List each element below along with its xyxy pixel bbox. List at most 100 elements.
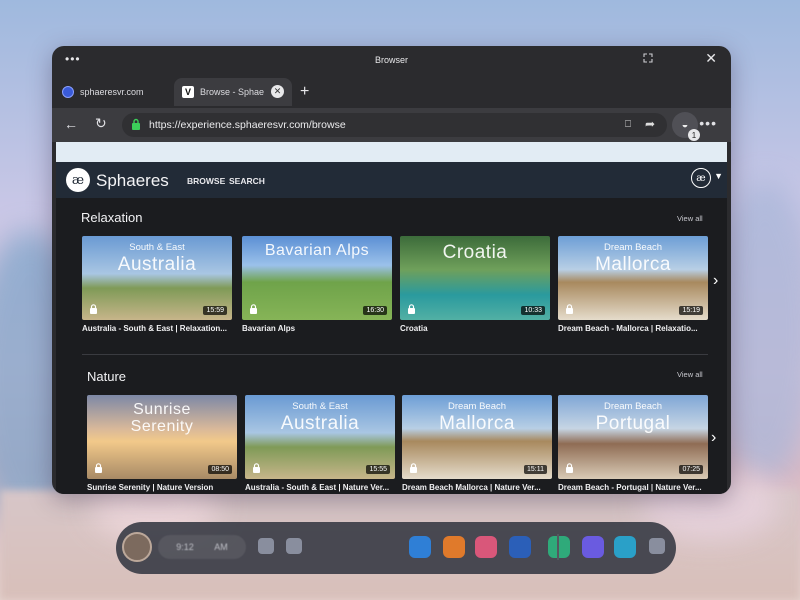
video-duration: 10:33 bbox=[521, 306, 545, 315]
app-teal-icon[interactable] bbox=[614, 536, 636, 558]
lock-icon bbox=[90, 304, 97, 314]
tab-bar: sphaeresvr.com V Browse - Sphae ✕ + bbox=[52, 74, 731, 108]
incognito-icon: ◒ bbox=[681, 119, 689, 131]
app-browser-icon[interactable] bbox=[509, 536, 531, 558]
page-top-strip bbox=[56, 142, 727, 162]
maximize-icon[interactable] bbox=[643, 53, 653, 63]
lock-icon bbox=[253, 463, 260, 473]
headset-icon[interactable] bbox=[286, 538, 302, 554]
video-card[interactable]: South & East Australia 15:55 Australia - So… bbox=[245, 395, 395, 492]
video-duration: 16:30 bbox=[363, 306, 387, 315]
video-thumbnail[interactable]: Dream Beach Mallorca 15:19 bbox=[558, 236, 708, 320]
lock-icon bbox=[566, 463, 573, 473]
video-card[interactable]: Croatia 10:33 Croatia bbox=[400, 236, 550, 333]
window-titlebar[interactable]: ••• Browser ✕ bbox=[52, 46, 731, 74]
thumbnail-subtitle: South & East bbox=[292, 401, 348, 412]
video-duration: 08:50 bbox=[208, 465, 232, 474]
nav-search[interactable]: SEARCH bbox=[229, 176, 265, 186]
video-card[interactable]: Dream Beach Mallorca 15:19 Dream Beach - Ma… bbox=[558, 236, 708, 333]
address-bar: ← ↻ https://experience.sphaeresvr.com/br… bbox=[52, 108, 731, 142]
video-duration: 15:59 bbox=[203, 306, 227, 315]
nav-browse[interactable]: BROWSE bbox=[187, 176, 225, 186]
tab-label: Browse - Sphae bbox=[200, 87, 265, 97]
bookmark-icon[interactable]: ⎕ bbox=[625, 119, 631, 130]
video-thumbnail[interactable]: Croatia 10:33 bbox=[400, 236, 550, 320]
thumbnail-title: Sunrise Serenity bbox=[130, 401, 194, 435]
video-title[interactable]: Bavarian Alps bbox=[242, 324, 392, 333]
video-title[interactable]: Sunrise Serenity | Nature Version bbox=[87, 483, 237, 492]
clock-widget[interactable]: 9:12 AM bbox=[158, 535, 246, 559]
video-thumbnail[interactable]: Dream Beach Mallorca 15:11 bbox=[402, 395, 552, 479]
back-button[interactable]: ← bbox=[64, 116, 78, 132]
thumbnail-title: Mallorca bbox=[595, 254, 671, 275]
app-pink-icon[interactable] bbox=[475, 536, 497, 558]
user-avatar[interactable] bbox=[122, 532, 152, 562]
site-logo-text[interactable]: Sphaeres bbox=[96, 171, 169, 191]
video-title[interactable]: Dream Beach - Portugal | Nature Ver... bbox=[558, 483, 708, 492]
sphaeres-favicon-icon bbox=[62, 86, 74, 98]
url-field[interactable]: https://experience.sphaeresvr.com/browse… bbox=[122, 113, 667, 137]
system-taskbar: 9:12 AM bbox=[116, 522, 676, 574]
thumbnail-title: Portugal bbox=[595, 413, 671, 434]
window-close-icon[interactable]: ✕ bbox=[705, 50, 717, 67]
video-card[interactable]: Bavarian Alps 16:30 Bavarian Alps bbox=[242, 236, 392, 333]
video-duration: 15:55 bbox=[366, 465, 390, 474]
video-thumbnail[interactable]: Bavarian Alps 16:30 bbox=[242, 236, 392, 320]
lock-icon bbox=[132, 118, 140, 130]
thumbnail-title: Australia bbox=[280, 413, 360, 434]
thumbnail-title: Mallorca bbox=[439, 413, 515, 434]
video-card[interactable]: Dream Beach Mallorca 15:11 Dream Beach Mall… bbox=[402, 395, 552, 492]
video-title[interactable]: Croatia bbox=[400, 324, 550, 333]
lock-icon bbox=[250, 304, 257, 314]
app-blue-icon[interactable] bbox=[409, 536, 431, 558]
sphaeres-logo-icon[interactable]: æ bbox=[66, 168, 90, 192]
video-card[interactable]: Dream Beach Portugal 07:25 Dream Beach - Po… bbox=[558, 395, 708, 492]
app-orange-icon[interactable] bbox=[443, 536, 465, 558]
video-title[interactable]: Dream Beach Mallorca | Nature Ver... bbox=[402, 483, 552, 492]
video-title[interactable]: Australia - South & East | Relaxation... bbox=[82, 324, 232, 333]
extensions-button[interactable]: ◒ 1 bbox=[672, 112, 700, 141]
video-duration: 15:11 bbox=[524, 465, 547, 474]
video-card[interactable]: Sunrise Serenity 08:50 Sunrise Serenity | … bbox=[87, 395, 237, 492]
section-relaxation: Relaxation View all South & East Australia 1… bbox=[56, 194, 727, 344]
app-green-icon[interactable] bbox=[548, 536, 570, 558]
view-all-link[interactable]: View all bbox=[677, 214, 703, 223]
v-favicon-icon: V bbox=[182, 86, 194, 98]
video-duration: 07:25 bbox=[679, 465, 703, 474]
extensions-badge: 1 bbox=[688, 129, 700, 141]
lock-icon bbox=[410, 463, 417, 473]
taskbar-separator bbox=[557, 534, 559, 560]
library-icon[interactable] bbox=[649, 538, 665, 554]
tab-label: sphaeresvr.com bbox=[80, 87, 144, 97]
video-thumbnail[interactable]: South & East Australia 15:59 bbox=[82, 236, 232, 320]
video-duration: 15:19 bbox=[679, 306, 703, 315]
app-purple-icon[interactable] bbox=[582, 536, 604, 558]
clock-ampm: AM bbox=[214, 542, 228, 552]
chevron-down-icon[interactable]: ▼ bbox=[714, 171, 723, 181]
view-all-link[interactable]: View all bbox=[677, 370, 703, 379]
window-title: Browser bbox=[374, 55, 408, 65]
video-title[interactable]: Dream Beach - Mallorca | Relaxatio... bbox=[558, 324, 708, 333]
video-thumbnail[interactable]: Sunrise Serenity 08:50 bbox=[87, 395, 237, 479]
thumbnail-subtitle: Dream Beach bbox=[603, 242, 663, 253]
tab-browse-sphaeres[interactable]: V Browse - Sphae ✕ bbox=[174, 78, 292, 106]
new-tab-button[interactable]: + bbox=[300, 83, 309, 101]
video-thumbnail[interactable]: Dream Beach Portugal 07:25 bbox=[558, 395, 708, 479]
tab-sphaeresvr[interactable]: sphaeresvr.com bbox=[62, 78, 172, 106]
chevron-right-icon[interactable]: › bbox=[711, 429, 716, 447]
video-card[interactable]: South & East Australia 15:59 Australia - So… bbox=[82, 236, 232, 333]
section-nature: Nature View all Sunrise Serenity 08:50 Sunri… bbox=[56, 352, 727, 494]
chevron-right-icon[interactable]: › bbox=[713, 272, 718, 290]
video-title[interactable]: Australia - South & East | Nature Ver... bbox=[245, 483, 395, 492]
user-avatar[interactable]: æ bbox=[691, 168, 711, 188]
browser-window: ••• Browser ✕ sphaeresvr.com V Browse - … bbox=[52, 46, 731, 494]
notifications-icon[interactable] bbox=[258, 538, 274, 554]
video-thumbnail[interactable]: South & East Australia 15:55 bbox=[245, 395, 395, 479]
share-icon[interactable]: ➦ bbox=[645, 117, 655, 131]
url-text: https://experience.sphaeresvr.com/browse bbox=[149, 119, 346, 131]
tab-close-icon[interactable]: ✕ bbox=[271, 85, 284, 98]
more-options-button[interactable]: ••• bbox=[699, 115, 717, 131]
reload-button[interactable]: ↻ bbox=[95, 115, 107, 132]
thumbnail-title: Australia bbox=[117, 254, 197, 275]
web-content: æ Sphaeres BROWSE SEARCH æ ▼ Relaxation V… bbox=[56, 142, 727, 494]
